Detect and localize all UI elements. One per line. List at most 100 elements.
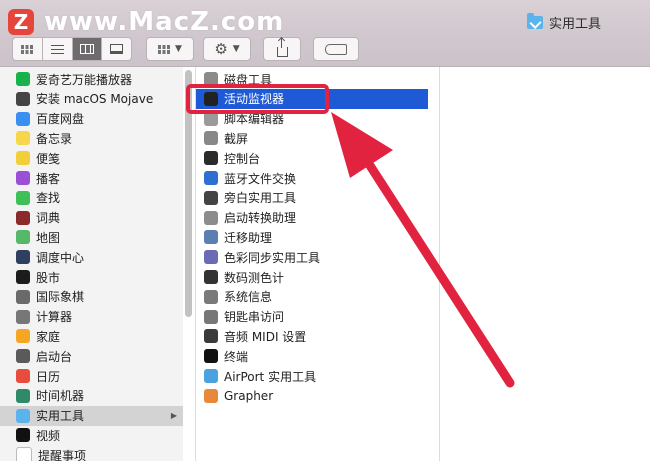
- group-button[interactable]: ▼: [146, 37, 194, 61]
- utilities-list-item[interactable]: 系统信息: [196, 287, 428, 307]
- time-machine-icon: [16, 388, 30, 403]
- utilities-list-item[interactable]: 启动转换助理: [196, 208, 428, 228]
- applications-list-item[interactable]: 提醒事项: [0, 445, 183, 461]
- applications-list-item[interactable]: 视频: [0, 425, 183, 445]
- column-divider[interactable]: [439, 67, 440, 461]
- applications-list-item[interactable]: 播客: [0, 168, 183, 188]
- reminders-icon: [16, 447, 32, 461]
- applications-list-item[interactable]: 日历: [0, 366, 183, 386]
- applications-list-item[interactable]: 百度网盘: [0, 109, 183, 129]
- applications-list-item-label: 日历: [36, 369, 61, 384]
- dictionary-icon: [16, 210, 30, 225]
- applications-list-item[interactable]: 股市: [0, 267, 183, 287]
- macos-mojave-installer-icon: [16, 91, 30, 106]
- icon-view-button[interactable]: [13, 38, 43, 60]
- utilities-list-item[interactable]: 钥匙串访问: [196, 307, 428, 327]
- list-view-icon: [50, 44, 64, 54]
- console-icon: [204, 151, 218, 166]
- window-title-label: 实用工具: [549, 17, 602, 32]
- utilities-list-item[interactable]: 旁白实用工具: [196, 188, 428, 208]
- gallery-view-button[interactable]: [102, 38, 131, 60]
- boot-camp-assistant-icon: [204, 210, 218, 225]
- utilities-column[interactable]: 磁盘工具 活动监视器 脚本编辑器 截屏 控制台 蓝牙文件交换 旁白实用工具 启动转换助理 迁移助…: [196, 67, 428, 461]
- disclosure-arrow-icon: ▶: [170, 411, 177, 421]
- utilities-list-item[interactable]: 截屏: [196, 128, 428, 148]
- utilities-list-item[interactable]: 数码测色计: [196, 267, 428, 287]
- applications-list-item-label: 股市: [36, 270, 61, 285]
- applications-list-item-label: 便笺: [36, 151, 61, 166]
- applications-list-item[interactable]: 便笺: [0, 148, 183, 168]
- applications-list-item[interactable]: 实用工具 ▶: [0, 405, 183, 426]
- column-view-button[interactable]: [72, 38, 103, 60]
- applications-list-item-label: 地图: [36, 230, 61, 245]
- applications-list-item[interactable]: 调度中心: [0, 247, 183, 267]
- stocks-icon: [16, 270, 30, 284]
- grapher-icon: [204, 388, 218, 403]
- applications-list-item[interactable]: 爱奇艺万能播放器: [0, 69, 183, 89]
- annotation-highlight-box: [186, 84, 329, 114]
- utilities-list-item-label: 色彩同步实用工具: [224, 250, 321, 265]
- applications-list-item-label: 时间机器: [36, 389, 85, 404]
- keychain-access-icon: [204, 309, 218, 324]
- utilities-list-item[interactable]: 蓝牙文件交换: [196, 168, 428, 188]
- utilities-list-item-label: 旁白实用工具: [224, 191, 297, 206]
- applications-list-item[interactable]: 家庭: [0, 326, 183, 346]
- utilities-list-item-label: 数码测色计: [224, 270, 285, 285]
- column-view-icon: [79, 44, 94, 54]
- utilities-list-item[interactable]: 迁移助理: [196, 227, 428, 247]
- notes-icon: [16, 131, 30, 146]
- utilities-list-item[interactable]: AirPort 实用工具: [196, 366, 428, 386]
- migration-assistant-icon: [204, 230, 218, 245]
- applications-list-item-label: 词典: [36, 211, 61, 226]
- chevron-down-icon: ▼: [175, 44, 182, 54]
- terminal-icon: [204, 349, 218, 364]
- iqiyi-player-icon: [16, 72, 30, 86]
- applications-column[interactable]: 爱奇艺万能播放器安装 macOS Mojave 百度网盘 备忘录便笺播客查找词典地图…: [0, 67, 183, 461]
- gear-icon: ⚙: [214, 39, 228, 58]
- applications-list-item[interactable]: 备忘录: [0, 128, 183, 148]
- utilities-list-item-label: 控制台: [224, 151, 261, 166]
- digital-color-meter-icon: [204, 270, 218, 284]
- applications-list-item[interactable]: 时间机器: [0, 386, 183, 406]
- utilities-list-item-label: 启动转换助理: [224, 211, 297, 226]
- share-button[interactable]: [263, 37, 301, 61]
- applications-list-item-label: 播客: [36, 171, 61, 186]
- chess-icon: [16, 289, 30, 304]
- action-button[interactable]: ⚙ ▼: [203, 37, 251, 61]
- utilities-list-item[interactable]: 音频 MIDI 设置: [196, 326, 428, 346]
- applications-list-item-label: 视频: [36, 428, 61, 443]
- utilities-list-item[interactable]: 终端: [196, 346, 428, 366]
- applications-list-item[interactable]: 安装 macOS Mojave: [0, 89, 183, 109]
- icon-view-icon: [21, 44, 34, 54]
- applications-list-item[interactable]: 启动台: [0, 346, 183, 366]
- applications-list-item[interactable]: 地图: [0, 227, 183, 247]
- utilities-list-item-label: 截屏: [224, 131, 249, 146]
- macz-logo-icon: Z: [8, 9, 34, 35]
- audio-midi-setup-icon: [204, 329, 218, 344]
- utilities-list-item[interactable]: 色彩同步实用工具: [196, 247, 428, 267]
- baidu-netdisk-icon: [16, 111, 30, 126]
- applications-list-item[interactable]: 查找: [0, 188, 183, 208]
- applications-list-item-label: 实用工具: [36, 409, 85, 424]
- applications-list-item-label: 安装 macOS Mojave: [36, 92, 154, 107]
- applications-list-item[interactable]: 计算器: [0, 307, 183, 327]
- screenshot-icon: [204, 131, 218, 146]
- bluetooth-file-exchange-icon: [204, 171, 218, 185]
- window-title: 实用工具: [527, 13, 601, 32]
- applications-list-item[interactable]: 国际象棋: [0, 287, 183, 307]
- applications-list-item-label: 国际象棋: [36, 290, 85, 305]
- utilities-list-item[interactable]: 控制台: [196, 148, 428, 168]
- group-grid-icon: [158, 44, 171, 54]
- tag-button[interactable]: [313, 37, 359, 61]
- applications-list-item-label: 查找: [36, 191, 61, 206]
- calendar-icon: [16, 369, 30, 383]
- utilities-folder-icon: [16, 408, 30, 423]
- colorsync-utility-icon: [204, 250, 218, 265]
- applications-list-item[interactable]: 词典: [0, 208, 183, 228]
- watermark: Z www.MacZ.com: [8, 6, 284, 38]
- utilities-list-item-label: 系统信息: [224, 290, 273, 305]
- utilities-list-item-label: 迁移助理: [224, 230, 273, 245]
- utilities-list-item[interactable]: Grapher: [196, 386, 428, 406]
- applications-list-item-label: 提醒事项: [38, 448, 87, 461]
- list-view-button[interactable]: [43, 38, 73, 60]
